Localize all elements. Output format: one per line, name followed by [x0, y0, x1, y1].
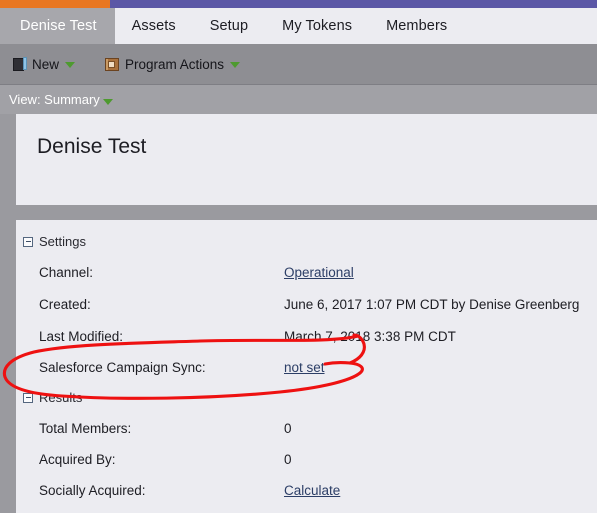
last-modified-value: March 7, 2018 3:38 PM CDT: [284, 329, 456, 344]
row-label: Last Modified:: [39, 329, 124, 344]
app-root: Denise Test Assets Setup My Tokens Membe…: [0, 0, 597, 513]
collapse-minus-icon[interactable]: [23, 236, 33, 247]
row-label: Salesforce Campaign Sync:: [39, 360, 206, 375]
program-actions-label: Program Actions: [125, 56, 225, 72]
total-members-value: 0: [284, 421, 292, 436]
row-label: Acquired By:: [39, 452, 116, 467]
tab-label: Setup: [209, 18, 249, 34]
row-channel: Channel: Operational: [16, 265, 597, 287]
content-canvas: Denise Test Settings Channel: Operationa…: [0, 114, 597, 513]
row-acquired-by: Acquired By: 0: [16, 452, 597, 474]
row-label: Created:: [39, 297, 91, 312]
row-socially-acquired: Socially Acquired: Calculate: [16, 483, 597, 505]
tab-label: Members: [386, 18, 448, 34]
acquired-by-value: 0: [284, 452, 292, 467]
book-icon: [105, 57, 120, 72]
caret-down-icon[interactable]: [230, 62, 241, 68]
row-created: Created: June 6, 2017 1:07 PM CDT by Den…: [16, 297, 597, 319]
tab-my-tokens[interactable]: My Tokens: [265, 8, 369, 44]
view-bar[interactable]: View: Summary: [0, 85, 597, 114]
tab-label: My Tokens: [282, 18, 353, 34]
action-toolbar: New Program Actions: [0, 44, 597, 85]
new-button-label: New: [32, 56, 60, 72]
new-button[interactable]: New: [12, 53, 76, 75]
row-total-members: Total Members: 0: [16, 421, 597, 443]
section-header-results[interactable]: Results: [23, 390, 82, 405]
tab-bar: Denise Test Assets Setup My Tokens Membe…: [0, 8, 597, 44]
row-last-modified: Last Modified: March 7, 2018 3:38 PM CDT: [16, 329, 597, 351]
tab-denise-test[interactable]: Denise Test: [0, 8, 115, 44]
view-bar-label: View: Summary: [9, 92, 100, 107]
title-panel: Denise Test: [16, 114, 597, 205]
section-label: Results: [39, 390, 83, 405]
page-title: Denise Test: [37, 135, 147, 158]
tab-members[interactable]: Members: [369, 8, 464, 44]
row-label: Channel:: [39, 265, 94, 280]
tab-setup[interactable]: Setup: [193, 8, 265, 44]
created-value: June 6, 2017 1:07 PM CDT by Denise Green…: [284, 297, 580, 312]
tab-label: Denise Test: [20, 18, 97, 34]
details-panel: Settings Channel: Operational Created: J…: [16, 220, 597, 513]
tab-assets[interactable]: Assets: [115, 8, 193, 44]
row-label: Total Members:: [39, 421, 132, 436]
salesforce-campaign-sync-link[interactable]: not set: [284, 360, 325, 375]
panel-separator: [0, 205, 597, 220]
caret-down-icon[interactable]: [102, 98, 113, 105]
program-cube-icon: [12, 56, 27, 72]
calculate-link[interactable]: Calculate: [284, 483, 340, 498]
accent-orange-segment: [0, 0, 110, 8]
row-salesforce-campaign-sync: Salesforce Campaign Sync: not set: [16, 360, 597, 382]
section-header-settings[interactable]: Settings: [23, 234, 86, 249]
row-label: Socially Acquired:: [39, 483, 146, 498]
collapse-minus-icon[interactable]: [23, 392, 33, 403]
program-actions-button[interactable]: Program Actions: [105, 53, 241, 75]
section-label: Settings: [39, 234, 86, 249]
top-accent-strip: [0, 0, 597, 8]
caret-down-icon[interactable]: [65, 62, 76, 68]
channel-link[interactable]: Operational: [284, 265, 354, 280]
tab-label: Assets: [131, 18, 176, 34]
